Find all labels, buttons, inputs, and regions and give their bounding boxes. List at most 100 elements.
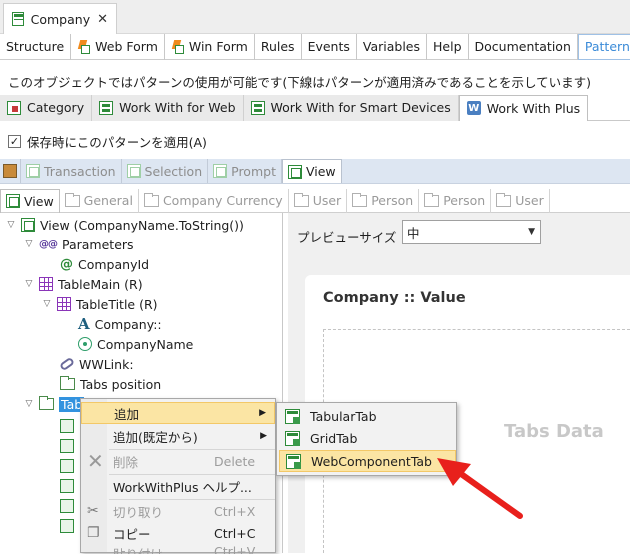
menu-item-copy[interactable]: ❐ コピー Ctrl+C: [81, 522, 275, 544]
view-icon: [287, 164, 302, 179]
tab-icon: [285, 408, 300, 424]
tree-node-tabs-position[interactable]: Tabs position: [60, 374, 161, 394]
apply-pattern-label: 保存時にこのパターンを適用(A): [27, 135, 207, 150]
transaction-icon: [12, 12, 24, 26]
tab-documentation[interactable]: Documentation: [469, 33, 578, 60]
tab-prompt[interactable]: Prompt: [208, 159, 282, 183]
tab-view[interactable]: View: [281, 159, 342, 183]
dropdown-arrow-icon: ▼: [528, 227, 535, 237]
tree-node-wwlink[interactable]: WWLink:: [58, 354, 134, 374]
collapse-icon[interactable]: ▽: [42, 299, 52, 309]
document-tab-title: Company: [30, 11, 91, 27]
context-menu: 追加 ▶ 追加(既定から) ▶ ✕ 削除 Delete WorkWithPlus ヘルプ…: [80, 398, 276, 554]
tree-node-tabletitle[interactable]: ▽ TableTitle (R): [42, 294, 158, 314]
folder-icon: [60, 376, 75, 390]
tab-label: Person: [371, 193, 414, 208]
apply-pattern-checkbox[interactable]: ✓: [8, 135, 21, 148]
add-submenu: TabularTab GridTab WebComponentTab: [276, 402, 457, 476]
tab-variables[interactable]: Variables: [357, 33, 428, 60]
menu-item-wwp-help[interactable]: WorkWithPlus ヘルプ...: [81, 475, 275, 497]
subtab-user[interactable]: User: [289, 188, 348, 213]
tab-item-icon[interactable]: [60, 439, 74, 453]
table-icon: [57, 297, 71, 311]
work-with-icon: [99, 100, 114, 115]
edit-icon-button[interactable]: [0, 159, 21, 183]
tabs-data-label: Tabs Data: [504, 421, 604, 442]
tab-selection[interactable]: Selection: [122, 159, 209, 183]
tree-label: WWLink:: [79, 356, 134, 372]
apply-pattern-checkbox-row[interactable]: ✓ 保存時にこのパターンを適用(A): [8, 132, 207, 151]
document-tab-company[interactable]: Company ✕: [3, 3, 117, 34]
collapse-icon[interactable]: ▽: [24, 239, 34, 249]
tab-item-icon[interactable]: [60, 499, 74, 513]
edit-icon: [3, 164, 17, 178]
pattern-tab-work-with-plus[interactable]: W Work With Plus: [458, 94, 589, 121]
tree-node-parameters[interactable]: ▽ @@ Parameters: [24, 234, 134, 254]
table-icon: [39, 277, 53, 291]
submenu-item-gridtab[interactable]: GridTab: [279, 427, 456, 449]
folder-icon: [352, 192, 368, 207]
collapse-icon[interactable]: ▽: [6, 220, 16, 230]
submenu-item-webcomponenttab[interactable]: WebComponentTab: [279, 450, 456, 472]
text-block-icon: A: [78, 315, 90, 333]
menu-item-add-default[interactable]: 追加(既定から) ▶: [81, 425, 275, 447]
tab-label: Work With for Web: [119, 100, 236, 115]
tab-patterns[interactable]: Patterns: [577, 33, 630, 60]
pattern-tab-work-with-web[interactable]: Work With for Web: [92, 94, 244, 121]
tab-label: Prompt: [231, 163, 276, 179]
folder-icon: [39, 396, 54, 410]
tree-node-companyname[interactable]: CompanyName: [78, 334, 193, 354]
folder-icon: [293, 192, 309, 207]
tab-label: Patterns: [584, 39, 630, 54]
tab-item-icon[interactable]: [60, 459, 74, 473]
tab-label: Category: [27, 100, 85, 115]
subtab-general[interactable]: General: [60, 188, 139, 213]
tree-label: Parameters: [62, 236, 134, 252]
part-tabs: Structure Web Form Win Form Rules Events…: [0, 33, 630, 60]
tree-node-company-label[interactable]: A Company::: [78, 314, 162, 334]
tree-node-companyid[interactable]: @ CompanyId: [60, 254, 149, 274]
tab-events[interactable]: Events: [302, 33, 357, 60]
link-icon: [58, 356, 76, 372]
view-icon: [6, 194, 20, 208]
collapse-icon[interactable]: ▽: [24, 279, 34, 289]
pattern-tab-work-with-smart-devices[interactable]: Work With for Smart Devices: [243, 94, 459, 121]
tab-item-icon[interactable]: [60, 519, 74, 533]
tree-node-tabs[interactable]: ▽ Tab: [24, 394, 85, 414]
tab-rules[interactable]: Rules: [255, 33, 302, 60]
folder-icon: [143, 192, 159, 207]
prompt-icon: [213, 164, 228, 178]
attribute-icon: [78, 337, 92, 351]
collapse-icon[interactable]: ▽: [24, 399, 34, 409]
tab-help[interactable]: Help: [427, 33, 469, 60]
menu-item-delete[interactable]: ✕ 削除 Delete: [81, 449, 275, 473]
subtab-person[interactable]: Person: [347, 188, 420, 213]
tab-label: User: [515, 193, 544, 208]
preview-size-select[interactable]: 中 ▼: [402, 220, 541, 244]
menu-shortcut: Ctrl+C: [214, 525, 256, 541]
tab-transaction[interactable]: Transaction: [21, 159, 122, 183]
menu-item-cut[interactable]: ✂ 切り取り Ctrl+X: [81, 500, 275, 522]
submenu-item-tabulartab[interactable]: TabularTab: [279, 405, 456, 427]
tab-item-icon[interactable]: [60, 479, 74, 493]
subtab-person-2[interactable]: Person: [419, 188, 492, 213]
preview-size-label: プレビューサイズ: [297, 230, 397, 245]
tab-label: General: [83, 193, 133, 208]
tab-item-icon[interactable]: [60, 419, 74, 433]
tab-web-form[interactable]: Web Form: [71, 33, 165, 60]
instance-tabs: Transaction Selection Prompt View: [0, 159, 630, 184]
subtab-company-currency[interactable]: Company Currency: [139, 188, 289, 213]
tree-node-view[interactable]: ▽ View (CompanyName.ToString()): [6, 215, 244, 235]
menu-shortcut: Delete: [214, 453, 256, 469]
tree-node-tablemain[interactable]: ▽ TableMain (R): [24, 274, 143, 294]
tab-win-form[interactable]: Win Form: [165, 33, 255, 60]
tree-label: Company::: [94, 316, 162, 332]
subtab-user-2[interactable]: User: [491, 188, 550, 213]
close-icon[interactable]: ✕: [97, 12, 108, 27]
tree-label: TableTitle (R): [76, 296, 158, 312]
submenu-item-label: TabularTab: [310, 408, 377, 424]
pattern-tab-category[interactable]: Category: [0, 94, 93, 121]
tab-structure[interactable]: Structure: [0, 33, 72, 60]
menu-item-add[interactable]: 追加 ▶: [81, 402, 275, 424]
subtab-view[interactable]: View: [0, 188, 60, 213]
